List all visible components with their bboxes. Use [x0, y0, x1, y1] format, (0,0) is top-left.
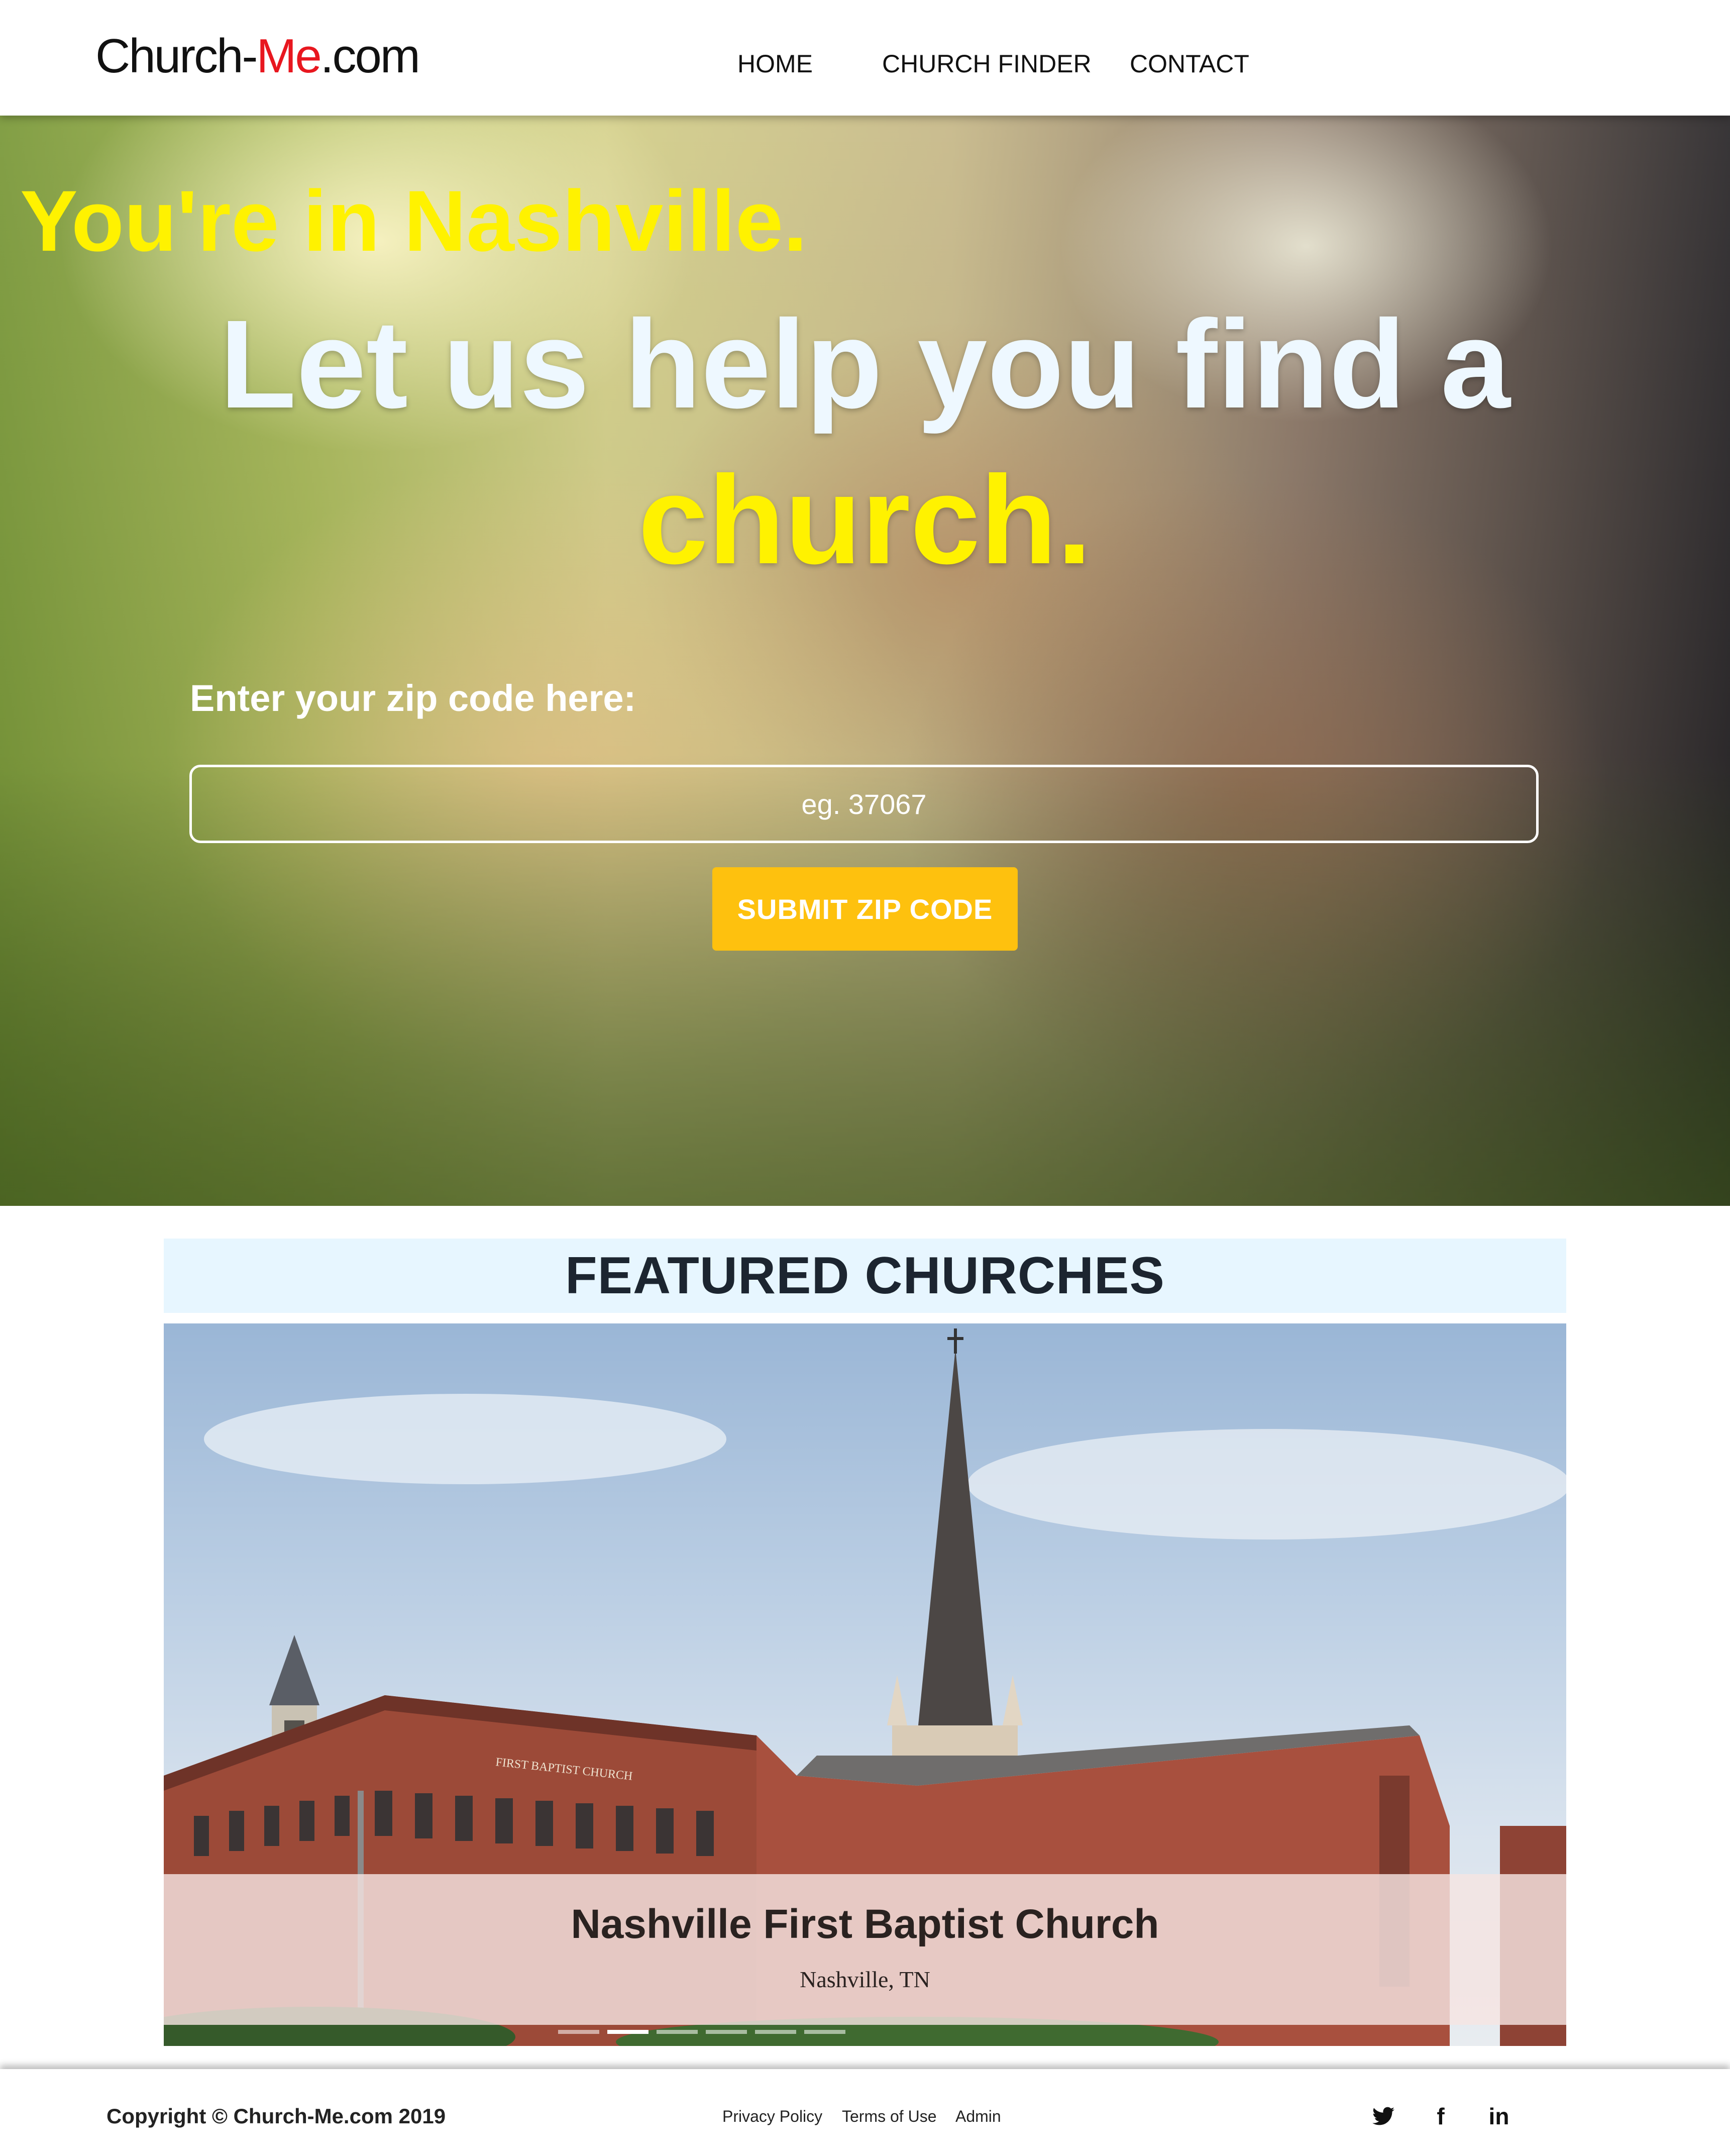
carousel-indicator[interactable] [804, 2030, 845, 2034]
slide-title: Nashville First Baptist Church [571, 1901, 1159, 1947]
nav-home[interactable]: HOME [737, 46, 813, 81]
terms-of-use-link[interactable]: Terms of Use [842, 2105, 936, 2127]
hero-title-highlight: church. [638, 450, 1092, 590]
slide-location: Nashville, TN [800, 1967, 930, 1992]
hero-section [0, 116, 1730, 1206]
linkedin-icon[interactable]: in [1484, 2101, 1514, 2131]
featured-carousel[interactable]: FIRST BAPTIST CHURCH Nashville First Bap… [164, 1323, 1566, 2046]
facebook-icon[interactable]: f [1426, 2101, 1456, 2131]
featured-heading: FEATURED CHURCHES [164, 1239, 1566, 1313]
copyright-text: Copyright © Church-Me.com 2019 [106, 2104, 446, 2128]
submit-zip-button[interactable]: SUBMIT ZIP CODE [712, 867, 1018, 951]
admin-link[interactable]: Admin [955, 2105, 1001, 2127]
hero-title-line: Let us help you find a [220, 294, 1510, 434]
hero-title: Let us help you find a church. [151, 286, 1579, 598]
twitter-icon-glyph [1372, 2107, 1394, 2125]
nav-church-finder[interactable]: CHURCH FINDER [882, 46, 1092, 81]
carousel-indicator[interactable] [755, 2030, 796, 2034]
site-header: Church-Me.com HOME CHURCH FINDER CONTACT [0, 0, 1730, 116]
privacy-policy-link[interactable]: Privacy Policy [722, 2105, 822, 2127]
carousel-indicator[interactable] [657, 2030, 698, 2034]
nav-contact[interactable]: CONTACT [1130, 46, 1249, 81]
carousel-indicator-active[interactable] [607, 2030, 648, 2034]
twitter-icon[interactable] [1368, 2101, 1398, 2131]
logo-text-part2: Me [256, 29, 321, 83]
carousel-indicator[interactable] [558, 2030, 599, 2034]
zip-input[interactable] [189, 765, 1539, 843]
logo-text-part3: .com [320, 29, 420, 83]
zip-label: Enter your zip code here: [190, 677, 636, 719]
slide-caption: Nashville First Baptist Church Nashville… [164, 1874, 1566, 2025]
logo-text-part1: Church- [95, 29, 258, 83]
hero-location-text: You're in Nashville. [20, 173, 808, 269]
site-logo[interactable]: Church-Me.com [95, 26, 420, 86]
carousel-indicator[interactable] [706, 2030, 747, 2034]
